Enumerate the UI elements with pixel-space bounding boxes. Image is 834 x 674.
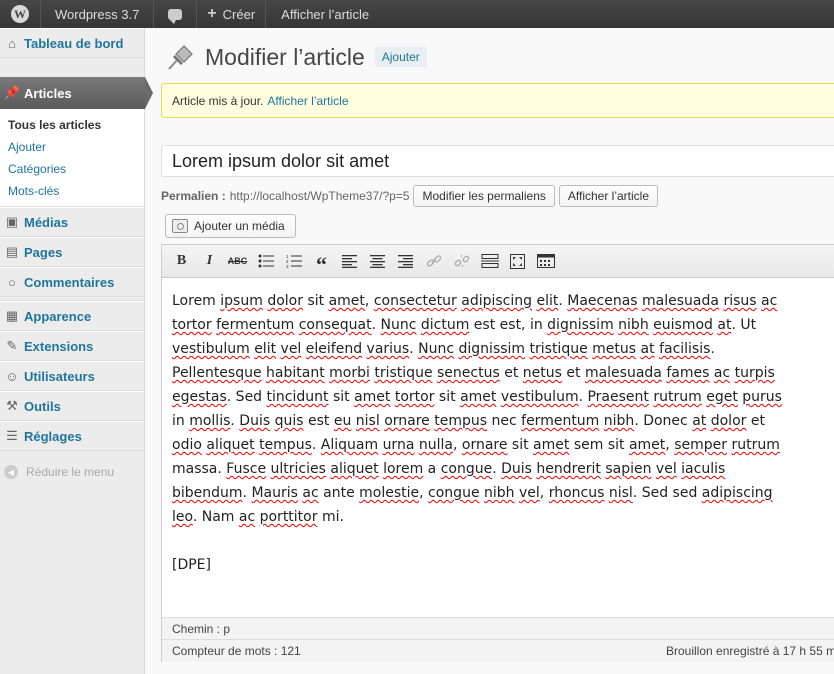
comments-link[interactable] [154, 0, 196, 28]
admin-sidebar: ⌂ Tableau de bord 📌 Articles Tous les ar… [0, 28, 153, 674]
menu-posts[interactable]: 📌 Articles [0, 77, 153, 109]
plus-icon: + [207, 5, 217, 22]
wordpress-logo-icon[interactable]: W [0, 0, 40, 28]
posts-submenu: Tous les articles Ajouter Catégories Mot… [0, 109, 144, 207]
more-tag-icon[interactable] [478, 251, 501, 271]
menu-settings-label: Réglages [24, 428, 82, 444]
align-center-icon[interactable] [366, 251, 389, 271]
menu-dashboard[interactable]: ⌂ Tableau de bord [0, 28, 144, 58]
users-icon: ☺ [5, 368, 19, 384]
edit-permalink-button[interactable]: Modifier les permaliens [413, 185, 555, 207]
pushpin-icon: 📌 [3, 85, 21, 100]
menu-users-label: Utilisateurs [24, 368, 95, 384]
submenu-all-posts[interactable]: Tous les articles [0, 114, 144, 136]
collapse-menu-button[interactable]: ◀ Réduire le menu [0, 457, 144, 487]
editor-toolbar: B I ABC 123 “ [162, 245, 834, 278]
pushpin-icon [163, 40, 197, 74]
media-icon: ▣ [5, 214, 19, 229]
menu-appearance[interactable]: ▦ Apparence [0, 301, 144, 331]
page-header: Modifier l’article Ajouter [163, 40, 427, 74]
submenu-categories[interactable]: Catégories [0, 158, 144, 180]
word-count: Compteur de mots : 121 [172, 644, 301, 658]
menu-users[interactable]: ☺ Utilisateurs [0, 361, 144, 391]
post-editor: B I ABC 123 “ Lorem ipsum dolor sit amet… [161, 244, 834, 662]
admin-bar: W Wordpress 3.7 + Créer Afficher l’articl… [0, 0, 834, 28]
menu-plugins-label: Extensions [24, 338, 94, 354]
comment-bubble-icon [168, 8, 183, 24]
submenu-tags[interactable]: Mots-clés [0, 180, 144, 202]
collapse-menu-label: Réduire le menu [26, 465, 115, 479]
create-label: Créer [222, 6, 256, 22]
menu-settings[interactable]: ☰ Réglages [0, 421, 144, 451]
bullet-list-icon[interactable] [254, 251, 277, 271]
menu-media-label: Médias [24, 214, 69, 230]
svg-text:3: 3 [286, 264, 289, 268]
menu-comments-label: Commentaires [24, 274, 115, 290]
bold-icon[interactable]: B [170, 251, 193, 271]
align-left-icon[interactable] [338, 251, 361, 271]
notice-view-post-link[interactable]: Afficher l’article [267, 94, 348, 108]
post-paragraph: Lorem ipsum dolor sit amet, consectetur … [172, 293, 782, 525]
page-title: Modifier l’article [205, 43, 365, 70]
media-icon [172, 219, 188, 233]
view-post-link[interactable]: Afficher l’article [266, 0, 384, 28]
autosave-status: Brouillon enregistré à 17 h 55 m [666, 644, 834, 658]
editor-content[interactable]: Lorem ipsum dolor sit amet, consectetur … [172, 289, 792, 601]
menu-pages[interactable]: ▤ Pages [0, 237, 144, 267]
menu-media[interactable]: ▣ Médias [0, 207, 144, 237]
site-name-link[interactable]: Wordpress 3.7 [41, 0, 153, 28]
menu-tools-label: Outils [24, 398, 61, 414]
create-menu[interactable]: + Créer [197, 0, 265, 28]
main-content: Modifier l’article Ajouter Article mis à… [145, 28, 834, 674]
align-right-icon[interactable] [394, 251, 417, 271]
updated-notice: Article mis à jour. Afficher l’article [161, 83, 834, 118]
view-post-button[interactable]: Afficher l’article [558, 185, 659, 207]
comments-icon: ○ [8, 274, 16, 290]
permalink-row: Permalien : http://localhost/WpTheme37/?… [161, 185, 659, 207]
permalink-label: Permalien : [161, 189, 226, 203]
submenu-add-new[interactable]: Ajouter [0, 136, 144, 158]
home-icon: ⌂ [8, 35, 16, 51]
menu-plugins[interactable]: ✎ Extensions [0, 331, 144, 361]
settings-icon: ☰ [6, 428, 18, 443]
appearance-icon: ▦ [5, 308, 19, 323]
strikethrough-icon[interactable]: ABC [226, 251, 249, 271]
numbered-list-icon[interactable]: 123 [282, 251, 305, 271]
menu-pages-label: Pages [24, 244, 63, 260]
add-media-button[interactable]: Ajouter un média [165, 214, 296, 238]
pages-icon: ▤ [5, 244, 19, 259]
post-title-input[interactable]: Lorem ipsum dolor sit amet [161, 145, 834, 177]
link-icon[interactable] [422, 251, 445, 271]
editor-status-bar: Compteur de mots : 121 Brouillon enregis… [162, 639, 834, 662]
italic-icon[interactable]: I [198, 251, 221, 271]
plugin-icon: ✎ [6, 338, 18, 353]
add-new-button[interactable]: Ajouter [374, 47, 427, 67]
add-media-label: Ajouter un média [194, 219, 285, 233]
menu-dashboard-label: Tableau de bord [24, 35, 124, 51]
blockquote-icon[interactable]: “ [310, 251, 333, 277]
unlink-icon[interactable] [450, 251, 473, 271]
collapse-arrow-icon: ◀ [4, 465, 18, 479]
fullscreen-icon[interactable] [506, 251, 529, 271]
kitchen-sink-icon[interactable] [534, 251, 557, 271]
permalink-url[interactable]: http://localhost/WpTheme37/?p=5 [230, 189, 410, 203]
menu-appearance-label: Apparence [24, 308, 92, 324]
editor-path-bar: Chemin : p [162, 617, 834, 639]
tools-icon: ⚒ [6, 398, 18, 413]
menu-tools[interactable]: ⚒ Outils [0, 391, 144, 421]
menu-posts-label: Articles [24, 85, 72, 101]
menu-comments[interactable]: ○ Commentaires [0, 267, 144, 297]
notice-text: Article mis à jour. [172, 93, 264, 108]
shortcode-paragraph: [DPE] [172, 557, 211, 573]
